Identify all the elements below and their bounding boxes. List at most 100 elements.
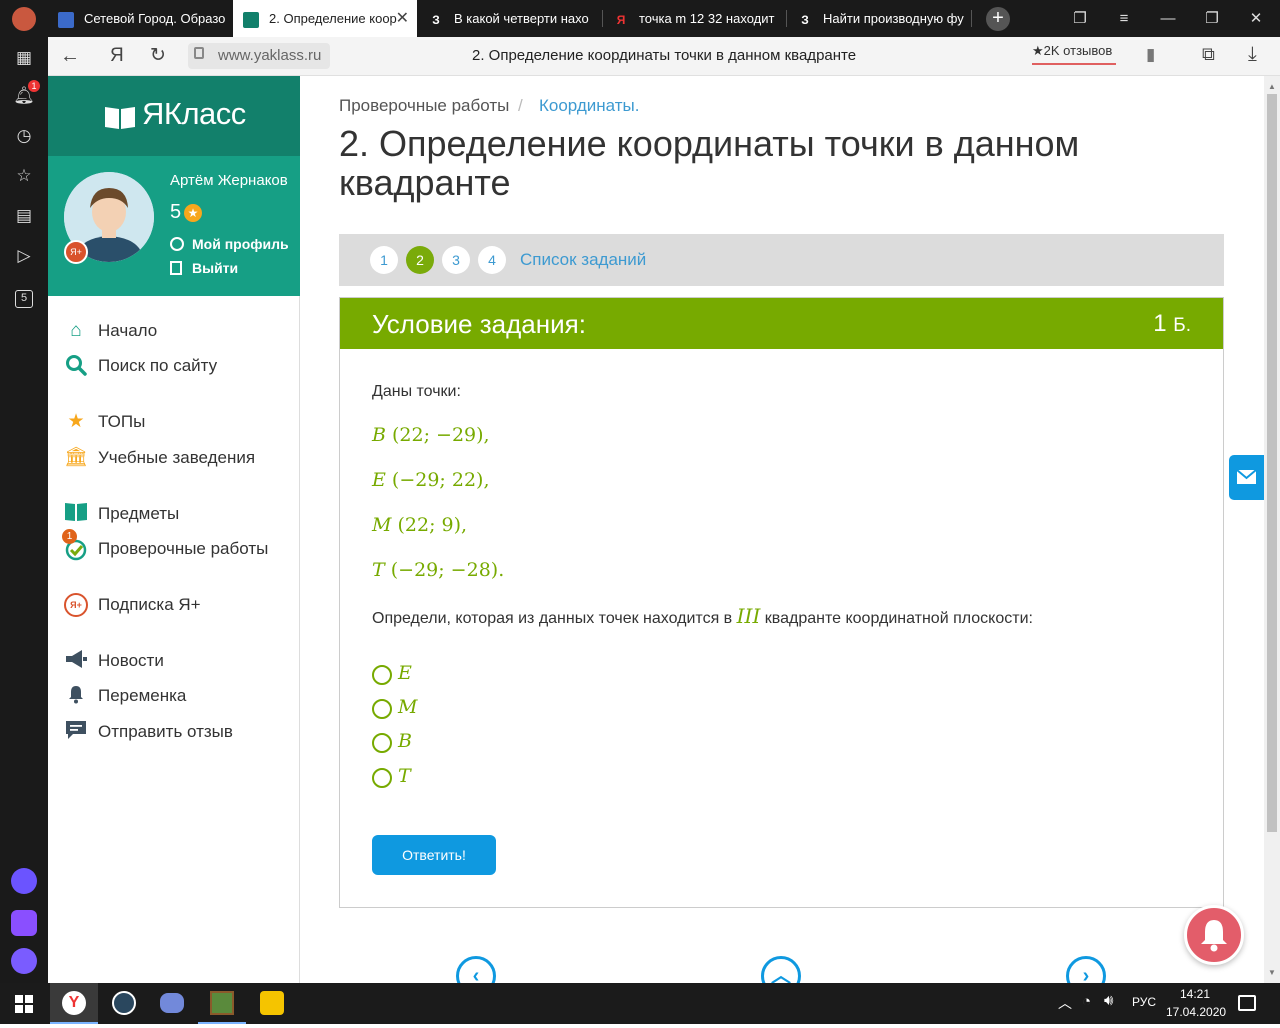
restore-icon[interactable]: ❐ [1190,0,1234,37]
video-icon[interactable]: ▷ [12,244,36,268]
network-icon[interactable]: ◔ [1082,993,1091,1010]
radio-button[interactable] [372,699,392,719]
task-list-link[interactable]: Список заданий [520,250,646,270]
url-box[interactable]: www.yaklass.ru [188,43,330,69]
feedback-mail-button[interactable] [1229,455,1264,500]
tests-badge: 1 [62,529,77,544]
address-page-title: 2. Определение координаты точки в данном… [472,47,857,64]
bookmark-icon[interactable]: ▮ [1146,45,1155,65]
language-indicator[interactable]: РУС [1132,995,1156,1009]
minecraft-icon[interactable] [198,983,246,1024]
tab-favicon-icon: З [801,12,809,27]
collections-icon[interactable]: ❐ [1058,0,1102,37]
tab-favicon-icon [58,11,74,28]
volume-icon[interactable]: 🔊︎ [1104,992,1113,1009]
tab-znanija-2[interactable]: З Найти производную фу [787,0,971,37]
page-scrollbar[interactable]: ▲ ▼ [1264,76,1280,983]
notification-bell-button[interactable] [1184,905,1244,965]
lock-icon [194,47,204,59]
point-m: M (22; 9), [372,514,468,536]
yandex-browser-icon[interactable]: Y [50,983,98,1024]
minimize-icon[interactable]: — [1146,0,1190,37]
back-icon[interactable]: ← [60,45,80,68]
books-icon [64,502,88,526]
breadcrumb-separator: / [518,96,523,115]
close-window-icon[interactable]: ✕ [1234,0,1278,37]
browser-profile-avatar[interactable] [12,7,36,31]
answer-button[interactable]: Ответить! [372,835,496,875]
logo-area: ЯКласс [48,76,300,156]
mail-icon [1236,469,1257,484]
task-number-4[interactable]: 4 [478,246,506,274]
megaphone-icon [64,649,88,673]
bell-icon [1201,920,1227,952]
radio-button[interactable] [372,768,392,788]
clock-time[interactable]: 14:21 [1180,987,1210,1001]
bell-icon [64,684,88,708]
messenger-icon[interactable] [11,948,37,974]
reviews-badge[interactable]: ★2K отзывов [1032,43,1116,65]
point-e: E (−29; 22), [372,469,490,491]
institution-icon: 🏛︎ [64,447,89,468]
task-score: 1 Б. [1153,310,1191,337]
counter-icon[interactable]: 5 [12,284,36,308]
browser-side-panel: ▦ 🔔︎ 1 ◷ ☆ ▤ ▷ 5 [0,37,48,983]
player-icon[interactable] [248,987,296,1024]
book-logo-icon [104,105,136,129]
star-icon: ★ [67,411,85,432]
tab-znanija-1[interactable]: ЗВ какой четверти нахо [418,0,602,37]
tab-yaklass-active[interactable]: 2. Определение коор ✕ [233,0,417,37]
apps-grid-icon[interactable]: ▦ [12,46,36,70]
download-icon[interactable]: ⤓ [1248,43,1257,66]
user-circle-icon [170,237,184,251]
profile-link[interactable]: Мой профиль [170,236,289,252]
tab-yandex-search[interactable]: Яточка m 12 32 находит [603,0,787,37]
task-number-3[interactable]: 3 [442,246,470,274]
task-number-1[interactable]: 1 [370,246,398,274]
extensions-icon[interactable]: ⧉ [1202,44,1215,65]
url-domain: www.yaklass.ru [218,47,322,64]
browser-tab-bar: Сетевой Город. Образо 2. Определение коо… [0,0,1280,37]
tab-setevoy-gorod[interactable]: Сетевой Город. Образо [48,0,232,37]
bookmarks-icon[interactable]: ☆ [12,164,36,188]
scrollbar-thumb[interactable] [1267,94,1277,832]
steam-icon[interactable] [100,987,148,1024]
scroll-down-arrow-icon[interactable]: ▼ [1268,968,1276,977]
star-icon: ★ [1032,43,1044,58]
subscription-icon: Я+ [64,593,88,617]
history-icon[interactable]: ◷ [12,124,36,148]
new-tab-icon[interactable]: + [986,7,1010,31]
user-panel: Я+ Артём Жернаков 5 ★ Мой профиль Выйти [48,156,300,296]
radio-button[interactable] [372,733,392,753]
breadcrumb-coordinates[interactable]: Координаты. [539,96,640,116]
search-icon [64,354,88,378]
point-b: B (22; −29), [372,424,490,446]
music-icon[interactable] [11,910,37,936]
page-title: 2. Определение координаты точки в данном… [339,123,1080,203]
door-icon [170,261,182,275]
alice-icon[interactable] [11,868,37,894]
scroll-up-arrow-icon[interactable]: ▲ [1268,82,1276,91]
zen-icon[interactable]: ▤ [12,204,36,228]
discord-icon[interactable] [148,987,196,1024]
logout-link[interactable]: Выйти [170,260,238,276]
address-bar: ← Я ↻ www.yaklass.ru 2. Определение коор… [48,37,1280,76]
task-number-2[interactable]: 2 [406,246,434,274]
notifications-icon[interactable]: 🔔︎ 1 [12,80,40,108]
yandex-home-icon[interactable]: Я [110,45,124,67]
radio-button[interactable] [372,665,392,685]
tab-favicon-icon [243,11,259,28]
reload-icon[interactable]: ↻ [150,44,166,67]
notification-badge: 1 [28,80,40,92]
tab-favicon-icon: Я [616,12,626,27]
quadrant-numeral: III [736,604,761,628]
tab-close-icon[interactable]: ✕ [396,0,409,37]
clock-date[interactable]: 17.04.2020 [1166,1005,1226,1019]
start-icon[interactable] [0,987,48,1024]
breadcrumb-tests[interactable]: Проверочные работы [339,96,509,116]
menu-icon[interactable]: ≡ [1102,0,1146,37]
site-logo[interactable]: ЯКласс [142,96,246,132]
tab-separator [971,10,972,27]
tray-chevron-icon[interactable]: ︿ [1058,993,1072,1013]
action-center-icon[interactable] [1238,995,1256,1011]
